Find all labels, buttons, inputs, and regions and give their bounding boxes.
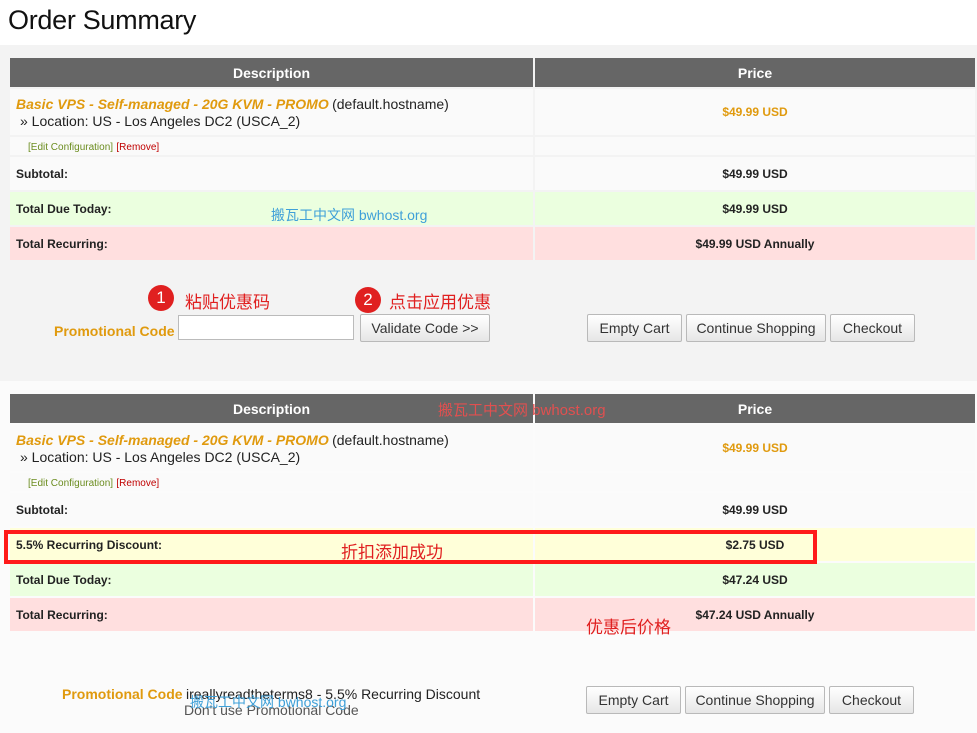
cart-table: Description Price Basic VPS - Self-manag… <box>8 56 977 262</box>
total-due-label: Total Due Today: <box>10 563 533 596</box>
continue-shopping-button[interactable]: Continue Shopping <box>685 686 825 714</box>
total-due-value: $47.24 USD <box>535 563 975 596</box>
promo-code-input[interactable] <box>178 315 354 340</box>
product-price: $49.99 USD <box>535 89 975 135</box>
discount-success-annotation: 折扣添加成功 <box>341 543 443 562</box>
watermark: 搬瓦工中文网 bwhost.org <box>271 207 428 223</box>
subtotal-label: Subtotal: <box>10 157 533 190</box>
promo-code-label: Promotional Code <box>62 686 183 702</box>
after-discount-annotation: 优惠后价格 <box>586 618 671 637</box>
product-price: $49.99 USD <box>535 425 975 471</box>
empty-cart-button[interactable]: Empty Cart <box>587 314 682 342</box>
subtotal-value: $49.99 USD <box>535 157 975 190</box>
product-description: Basic VPS - Self-managed - 20G KVM - PRO… <box>10 89 533 135</box>
product-hostname: (default.hostname) <box>332 95 449 112</box>
item-links: [Edit Configuration] [Remove] <box>10 473 533 491</box>
price-header: Price <box>535 58 975 87</box>
cart-table: Description Price Basic VPS - Self-manag… <box>8 392 977 633</box>
product-location: » Location: US - Los Angeles DC2 (USCA_2… <box>20 448 301 465</box>
total-recurring-label: Total Recurring: <box>10 598 533 631</box>
total-recurring-label: Total Recurring: <box>10 227 533 260</box>
total-due-value: $49.99 USD <box>535 192 975 225</box>
product-name: Basic VPS - Self-managed - 20G KVM - PRO… <box>16 431 329 448</box>
checkout-button[interactable]: Checkout <box>830 314 915 342</box>
page-title: Order Summary <box>8 5 197 35</box>
remove-link[interactable]: [Remove] <box>116 478 159 489</box>
remove-link[interactable]: [Remove] <box>116 142 159 153</box>
step-2-annotation: 点击应用优惠 <box>389 293 491 312</box>
step-1-badge: 1 <box>148 285 174 311</box>
step-2-badge: 2 <box>355 287 381 313</box>
product-hostname: (default.hostname) <box>332 431 449 448</box>
product-name: Basic VPS - Self-managed - 20G KVM - PRO… <box>16 95 329 112</box>
promo-code-label: Promotional Code <box>54 323 175 339</box>
step-1-annotation: 粘贴优惠码 <box>185 293 270 312</box>
watermark: 搬瓦工中文网 bwhost.org <box>438 402 606 419</box>
watermark: 搬瓦工中文网 bwhost.org <box>190 694 347 710</box>
product-description: Basic VPS - Self-managed - 20G KVM - PRO… <box>10 425 533 471</box>
product-location: » Location: US - Los Angeles DC2 (USCA_2… <box>20 112 301 129</box>
continue-shopping-button[interactable]: Continue Shopping <box>686 314 826 342</box>
subtotal-value: $49.99 USD <box>535 493 975 526</box>
subtotal-label: Subtotal: <box>10 493 533 526</box>
empty-cart-button[interactable]: Empty Cart <box>586 686 681 714</box>
checkout-button[interactable]: Checkout <box>829 686 914 714</box>
description-header: Description <box>10 58 533 87</box>
edit-configuration-link[interactable]: [Edit Configuration] <box>28 478 113 489</box>
edit-configuration-link[interactable]: [Edit Configuration] <box>28 142 113 153</box>
validate-code-button[interactable]: Validate Code >> <box>360 314 490 342</box>
total-recurring-value: $49.99 USD Annually <box>535 227 975 260</box>
item-links: [Edit Configuration] [Remove] <box>10 137 533 155</box>
